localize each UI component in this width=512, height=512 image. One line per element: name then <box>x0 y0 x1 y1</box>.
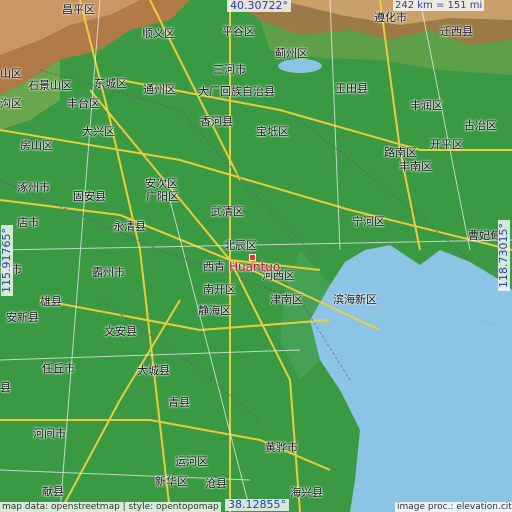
map-label: 路南区 <box>384 146 417 159</box>
credit-label: image proc.: elevation.city <box>395 502 512 512</box>
map-label: 霸州市 <box>92 266 125 279</box>
map-label: 山区 <box>0 67 22 80</box>
map-label: 平谷区 <box>222 25 255 38</box>
scale-label: 242 km = 151 mi <box>393 0 485 11</box>
map-label: 固安县 <box>73 190 106 203</box>
map-label: 三河市 <box>213 63 246 76</box>
map-label: 县 <box>0 381 11 394</box>
map-label: 香河县 <box>200 115 233 128</box>
map-label: 沧县 <box>205 477 227 490</box>
map-label: 静海区 <box>198 304 231 317</box>
longitude-right-label: 118.73015° <box>497 220 510 291</box>
terrain-layer <box>0 0 512 512</box>
map-label: 宝坻区 <box>256 125 289 138</box>
map-label: 石景山区 <box>28 79 72 92</box>
attribution-label: map data: openstreetmap | style: opentop… <box>0 502 221 512</box>
map-label: 南开区 <box>203 283 236 296</box>
map-label: 广阳区 <box>146 190 179 203</box>
map-label: 安新县 <box>6 311 39 324</box>
map-label: 东城区 <box>94 77 127 90</box>
map-label: 开平区 <box>430 138 463 151</box>
map-label: 北辰区 <box>224 239 257 252</box>
map-label: 宁河区 <box>352 215 385 228</box>
map-label: 丰台区 <box>67 97 100 110</box>
map-label: 房山区 <box>20 139 53 152</box>
map-label: 古冶区 <box>464 119 497 132</box>
map-label: 任丘市 <box>42 362 75 375</box>
map-label: 西青 <box>203 260 225 273</box>
map-label: 迁西县 <box>440 25 473 38</box>
map-label: 永清县 <box>113 220 146 233</box>
map-label: 涿州市 <box>17 181 50 194</box>
map-label: 沟区 <box>0 97 22 110</box>
map-view[interactable]: 昌平区 顺义区 平谷区 遵化市 迁西县 蓟州区 石景山区 东城区 三河市 通州区… <box>0 0 512 512</box>
map-label: 黄骅市 <box>265 441 298 454</box>
map-label: 顺义区 <box>142 27 175 40</box>
map-label: 安次区 <box>145 177 178 190</box>
map-label: 店市 <box>17 216 39 229</box>
map-label: 通州区 <box>143 83 176 96</box>
map-label: 昌平区 <box>62 3 95 16</box>
map-label: 蓟州区 <box>275 47 308 60</box>
longitude-left-label: 115.91765° <box>0 225 13 296</box>
map-label: 大厂回族自治县 <box>198 85 275 98</box>
map-label: 滨海新区 <box>333 293 377 306</box>
map-label: 大兴区 <box>82 125 115 138</box>
map-label: 运河区 <box>175 455 208 468</box>
map-label: 河间市 <box>33 427 66 440</box>
map-label: 大城县 <box>137 364 170 377</box>
map-label: 玉田县 <box>335 82 368 95</box>
map-label: 津南区 <box>270 293 303 306</box>
map-label: 武清区 <box>211 205 244 218</box>
map-label: 新华区 <box>155 475 188 488</box>
map-label: 海兴县 <box>290 486 323 499</box>
map-label: 遵化市 <box>374 11 407 24</box>
map-label: 青县 <box>168 396 190 409</box>
latitude-top-label: 40.30722° <box>227 0 291 12</box>
map-label: 丰润区 <box>410 99 443 112</box>
map-label: 文安县 <box>104 325 137 338</box>
map-label: 丰南区 <box>399 160 432 173</box>
city-name-label[interactable]: Huantuo <box>229 261 280 274</box>
map-label: 雄县 <box>40 295 62 308</box>
map-label: 献县 <box>42 485 64 498</box>
latitude-bottom-label: 38.12855° <box>225 499 289 511</box>
